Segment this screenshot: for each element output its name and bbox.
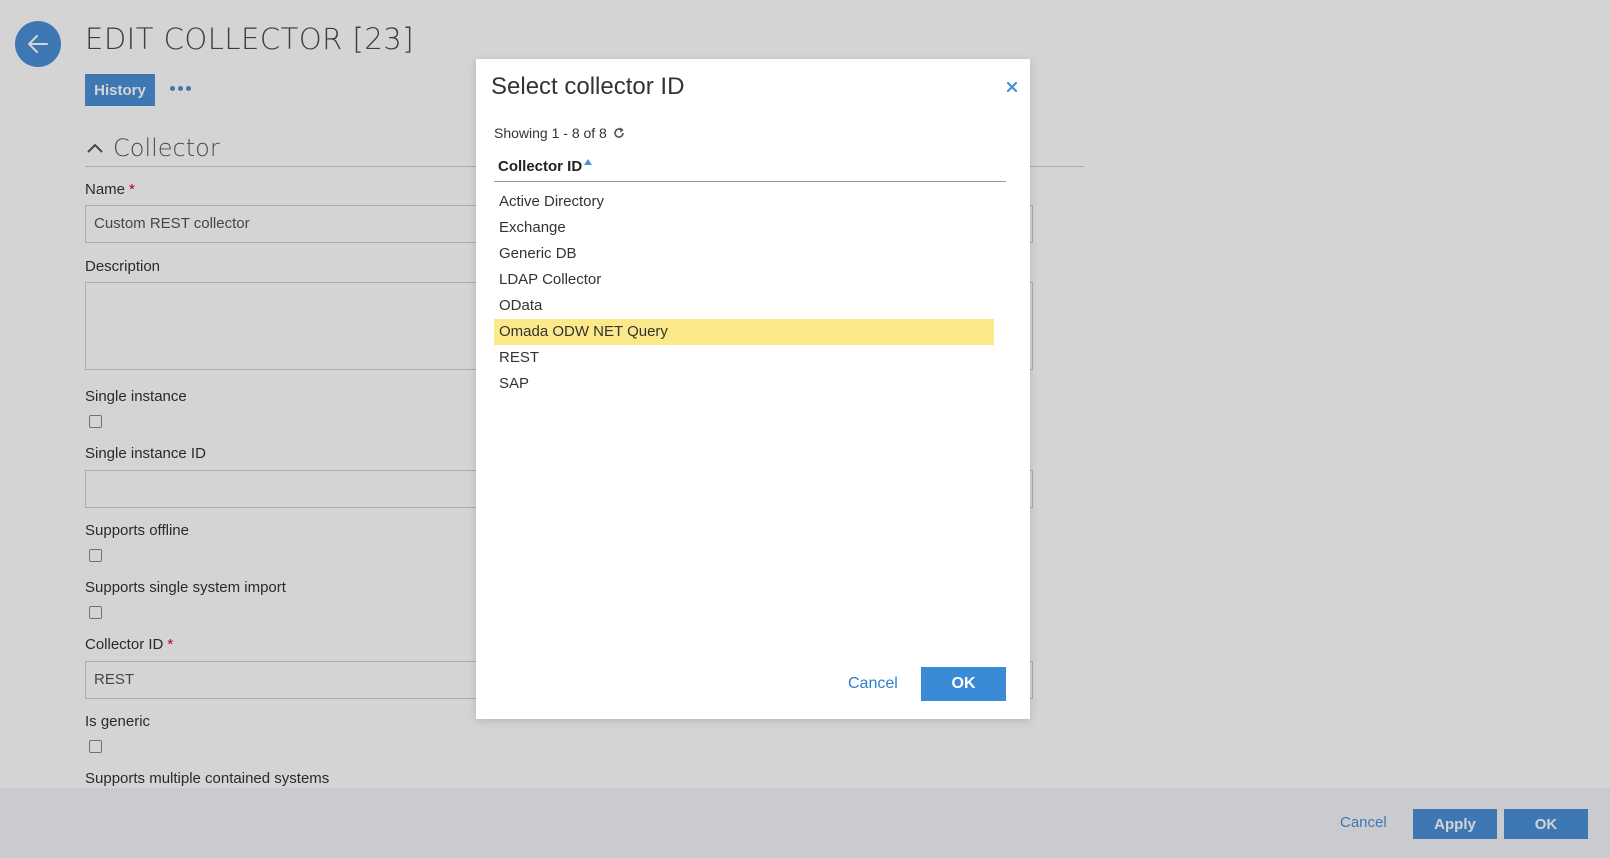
column-header-label: Collector ID bbox=[498, 157, 583, 175]
list-item[interactable]: Active Directory bbox=[494, 189, 994, 215]
showing-text: Showing 1 - 8 of 8 bbox=[494, 125, 607, 141]
column-header-collector-id[interactable]: Collector ID bbox=[494, 151, 1006, 182]
dialog-cancel-button[interactable]: Cancel bbox=[848, 675, 898, 693]
showing-count: Showing 1 - 8 of 8 bbox=[494, 125, 625, 141]
list-item[interactable]: SAP bbox=[494, 371, 994, 397]
list-item[interactable]: REST bbox=[494, 345, 994, 371]
list-item[interactable]: Exchange bbox=[494, 215, 994, 241]
list-item[interactable]: Generic DB bbox=[494, 241, 994, 267]
list-item[interactable]: LDAP Collector bbox=[494, 267, 994, 293]
dialog-title: Select collector ID bbox=[491, 73, 685, 100]
list-item-selected[interactable]: Omada ODW NET Query bbox=[494, 319, 994, 345]
select-collector-dialog: Select collector ID Showing 1 - 8 of 8 C… bbox=[476, 59, 1030, 719]
sort-ascending-icon bbox=[584, 159, 593, 165]
dialog-ok-button[interactable]: OK bbox=[921, 667, 1006, 701]
collector-list: Active Directory Exchange Generic DB LDA… bbox=[494, 189, 994, 397]
list-item[interactable]: OData bbox=[494, 293, 994, 319]
close-icon bbox=[1006, 81, 1018, 93]
refresh-icon[interactable] bbox=[613, 127, 625, 139]
close-button[interactable] bbox=[1004, 79, 1020, 95]
